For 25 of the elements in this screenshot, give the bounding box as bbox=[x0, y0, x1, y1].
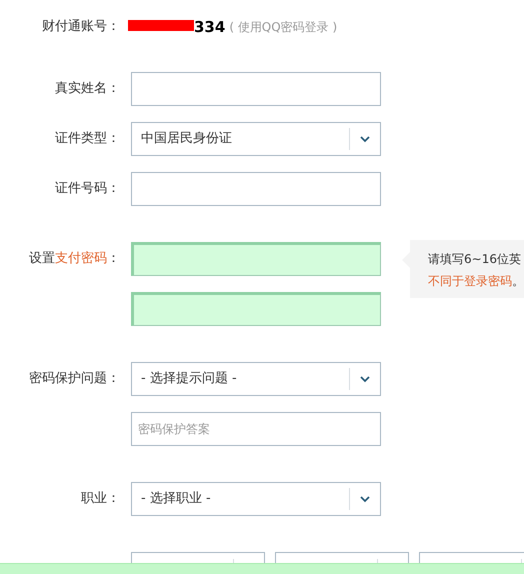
account-label: 财付通账号： bbox=[42, 18, 120, 36]
hint-line: 不同于登录密码。 bbox=[428, 273, 524, 290]
select-field[interactable] bbox=[275, 552, 409, 563]
field-label: 真实姓名： bbox=[55, 80, 120, 98]
select-field[interactable] bbox=[419, 552, 524, 563]
select-field[interactable]: - 选择职业 - bbox=[131, 482, 381, 516]
text-field[interactable]: 密码保护答案 bbox=[131, 412, 381, 446]
chevron-down-icon bbox=[360, 376, 370, 382]
field-label: 职业： bbox=[81, 490, 120, 508]
chevron-down-icon bbox=[360, 496, 370, 502]
login-hint: ( 使用QQ密码登录 ) bbox=[229, 19, 338, 36]
select-field[interactable]: 中国居民身份证 bbox=[131, 122, 381, 156]
field-label: 密码保护问题： bbox=[29, 370, 120, 388]
select-field[interactable]: - 选择提示问题 - bbox=[131, 362, 381, 396]
field-label: 证件类型： bbox=[55, 130, 120, 148]
field-label: 证件号码： bbox=[55, 180, 120, 198]
text-field[interactable] bbox=[131, 72, 381, 106]
account-number: 334 bbox=[194, 16, 226, 38]
field-label: 设置支付密码： bbox=[29, 250, 120, 268]
text-field[interactable] bbox=[131, 172, 381, 206]
password-field[interactable] bbox=[131, 292, 381, 326]
password-field[interactable] bbox=[131, 242, 381, 276]
hint-line: 请填写6~16位英 bbox=[428, 251, 522, 268]
select-field[interactable] bbox=[131, 552, 265, 563]
chevron-down-icon bbox=[360, 136, 370, 142]
